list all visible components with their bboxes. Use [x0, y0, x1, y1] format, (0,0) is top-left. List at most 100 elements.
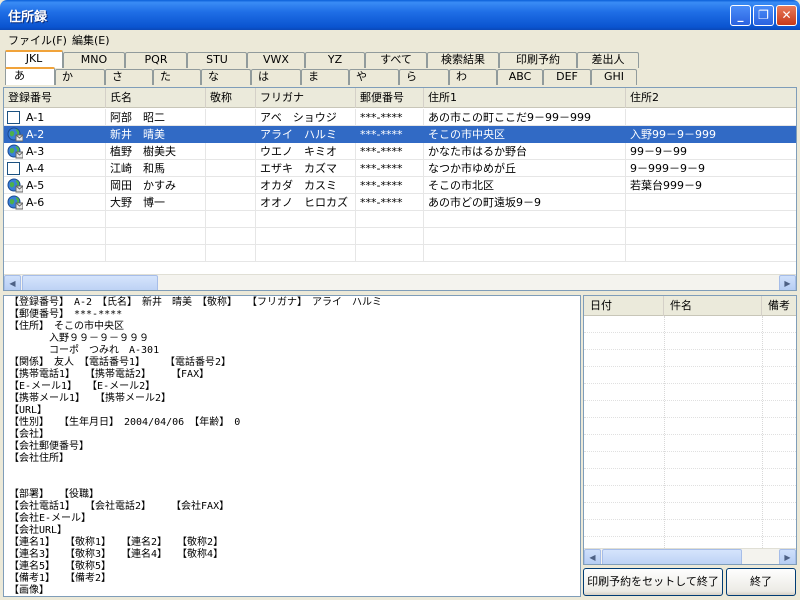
- grid-line: [423, 245, 424, 262]
- detail-line: 【会社】: [9, 429, 49, 440]
- tab-jkl[interactable]: JKL: [5, 50, 63, 68]
- table-row[interactable]: A-3 植野 樹美夫 ウエノ キミオ ***-**** かなた市はるか野台 99－9－99: [4, 143, 796, 160]
- table-row[interactable]: A-4 江崎 和馬 エザキ カズマ ***-**** なつか市ゆめが丘 9－999－9－9: [4, 160, 796, 177]
- cell-addr1: なつか市ゆめが丘: [424, 160, 626, 177]
- tab-ma[interactable]: ま: [301, 69, 349, 85]
- col-kana[interactable]: フリガナ: [256, 88, 356, 108]
- address-grid[interactable]: 登録番号 氏名 敬称 フリガナ 郵便番号 住所1 住所2 A-1 阿部 昭二 アベ …: [3, 87, 797, 291]
- cell-addr2: 9－999－9－9: [626, 160, 796, 177]
- scroll-right-button[interactable]: ▶: [779, 275, 796, 290]
- tab-ha[interactable]: は: [251, 69, 301, 85]
- scroll-right-button[interactable]: ▶: [779, 549, 796, 564]
- cell-addr1: あの市どの町遠坂9－9: [424, 194, 626, 211]
- tab-vwx[interactable]: VWX: [247, 52, 305, 68]
- exit-button[interactable]: 終了: [726, 568, 796, 596]
- col-note[interactable]: 備考: [762, 296, 796, 316]
- grid-line: [205, 228, 206, 245]
- row-line: [584, 349, 796, 350]
- table-row[interactable]: A-2 新井 晴美 アライ ハルミ ***-**** そこの市中央区 入野99－9－999: [4, 126, 796, 143]
- detail-line: 【携帯メール1】 【携帯メール2】: [9, 393, 172, 404]
- row-line: [584, 451, 796, 452]
- row-line: [584, 383, 796, 384]
- tab-wa[interactable]: わ: [449, 69, 497, 85]
- col-addr1[interactable]: 住所1: [424, 88, 626, 108]
- grid-line: [255, 211, 256, 228]
- cell-id: A-3: [4, 143, 106, 160]
- scroll-thumb[interactable]: [22, 275, 158, 290]
- cell-id: A-5: [4, 177, 106, 194]
- cell-id: A-2: [4, 126, 106, 143]
- detail-line: コーポ つみれ A-301: [9, 345, 160, 356]
- globe-icon: [7, 144, 24, 159]
- grid-line: [625, 211, 626, 228]
- tab-yz[interactable]: YZ: [305, 52, 365, 68]
- title-bar[interactable]: 住所録 _ ❐ ✕: [0, 0, 800, 30]
- col-id[interactable]: 登録番号: [4, 88, 106, 108]
- grid-line: [255, 228, 256, 245]
- history-hscrollbar[interactable]: ◀ ▶: [584, 548, 796, 564]
- row-line: [584, 536, 796, 537]
- col-zip[interactable]: 郵便番号: [356, 88, 424, 108]
- menu-edit[interactable]: 編集(E): [72, 32, 110, 48]
- grid-line: [625, 228, 626, 245]
- tab-a[interactable]: あ: [5, 67, 55, 85]
- tab-sender[interactable]: 差出人: [577, 52, 639, 68]
- close-button[interactable]: ✕: [776, 5, 797, 26]
- detail-line: 【関係】 友人 【電話番号1】 【電話番号2】: [9, 357, 232, 368]
- grid-hscrollbar[interactable]: ◀ ▶: [4, 274, 796, 290]
- empty-row: [4, 211, 796, 228]
- close-icon: ✕: [781, 8, 792, 22]
- table-row[interactable]: A-5 岡田 かすみ オカダ カスミ ***-**** そこの市北区 若葉台999－9: [4, 177, 796, 194]
- set-print-and-exit-button[interactable]: 印刷予約をセットして終了: [583, 568, 723, 596]
- tab-search-results[interactable]: 検索結果: [427, 52, 499, 68]
- col-addr2[interactable]: 住所2: [626, 88, 796, 108]
- cell-text: A-3: [26, 145, 45, 158]
- col-date[interactable]: 日付: [584, 296, 664, 316]
- table-row[interactable]: A-6 大野 博一 オオノ ヒロカズ ***-**** あの市どの町遠坂9－9: [4, 194, 796, 211]
- cell-kana: オカダ カスミ: [256, 177, 356, 194]
- tab-ghi[interactable]: GHI: [591, 69, 637, 85]
- tab-mno[interactable]: MNO: [63, 52, 125, 68]
- menu-bar: ファイル(F) 編集(E): [0, 30, 800, 48]
- tab-def[interactable]: DEF: [543, 69, 591, 85]
- detail-line: 【会社電話1】 【会社電話2】 【会社FAX】: [9, 501, 230, 512]
- cell-text: A-1: [26, 111, 45, 124]
- col-honorific[interactable]: 敬称: [206, 88, 256, 108]
- detail-line: 入野９９－９－９９９: [9, 333, 149, 344]
- scroll-left-button[interactable]: ◀: [4, 275, 21, 290]
- col-name[interactable]: 氏名: [106, 88, 206, 108]
- scroll-thumb[interactable]: [602, 549, 742, 564]
- tab-ra[interactable]: ら: [399, 69, 449, 85]
- table-row[interactable]: A-1 阿部 昭二 アベ ショウジ ***-**** あの市この町ここだ9－99－999: [4, 109, 796, 126]
- col-subject[interactable]: 件名: [664, 296, 762, 316]
- detail-line: 【会社URL】: [9, 525, 68, 536]
- tab-sa[interactable]: さ: [105, 69, 153, 85]
- cell-addr1: そこの市北区: [424, 177, 626, 194]
- detail-line: 【会社郵便番号】: [9, 441, 89, 452]
- app-window: 住所録 _ ❐ ✕ ファイル(F) 編集(E) JKL MNO PQR STU …: [0, 0, 800, 600]
- row-line: [584, 485, 796, 486]
- globe-icon: [7, 127, 24, 142]
- arrow-left-icon: ◀: [589, 553, 596, 562]
- tab-ka[interactable]: か: [55, 69, 105, 85]
- grid-line: [625, 245, 626, 262]
- tab-stu[interactable]: STU: [187, 52, 247, 68]
- history-list[interactable]: 日付 件名 備考 ◀ ▶: [583, 295, 797, 565]
- scroll-left-button[interactable]: ◀: [584, 549, 601, 564]
- tab-abc[interactable]: ABC: [497, 69, 543, 85]
- maximize-button[interactable]: ❐: [753, 5, 774, 26]
- cell-zip: ***-****: [356, 194, 424, 211]
- detail-pane[interactable]: 【登録番号】 A-2 【氏名】 新井 晴美 【敬称】 【フリガナ】 アライ ハル…: [3, 295, 581, 597]
- tab-all[interactable]: すべて: [365, 52, 427, 68]
- tab-ya[interactable]: や: [349, 69, 399, 85]
- minimize-button[interactable]: _: [730, 5, 751, 26]
- cell-kana: アベ ショウジ: [256, 109, 356, 126]
- menu-file[interactable]: ファイル(F): [8, 32, 67, 48]
- row-line: [584, 468, 796, 469]
- arrow-left-icon: ◀: [9, 279, 16, 288]
- tab-print-reservation[interactable]: 印刷予約: [499, 52, 577, 68]
- tab-pqr[interactable]: PQR: [125, 52, 187, 68]
- tab-ta[interactable]: た: [153, 69, 201, 85]
- cell-honorific: [206, 143, 256, 160]
- tab-na[interactable]: な: [201, 69, 251, 85]
